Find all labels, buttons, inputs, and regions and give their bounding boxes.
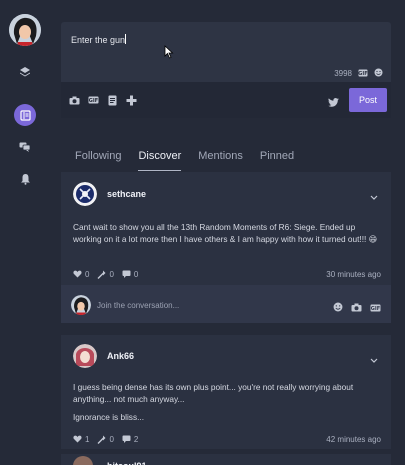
repost-action[interactable]: 0 <box>97 434 114 444</box>
tab-following[interactable]: Following <box>75 143 121 171</box>
post-body: I guess being dense has its own plus poi… <box>73 382 354 404</box>
chevron-down-icon[interactable] <box>370 187 378 205</box>
tab-discover[interactable]: Discover <box>138 143 182 171</box>
gamepad-icon[interactable] <box>125 94 137 106</box>
avatar[interactable] <box>73 344 97 368</box>
post-card: hitsoul91 <box>61 454 391 465</box>
mouse-cursor-icon <box>164 45 174 64</box>
chat-icon[interactable] <box>14 136 36 158</box>
post-footer: 1 0 2 42 minutes ago <box>73 433 381 445</box>
document-icon[interactable] <box>106 94 118 106</box>
like-count: 0 <box>85 269 90 279</box>
bell-icon[interactable] <box>14 168 36 190</box>
post-card: Ank66 I guess being dense has its own pl… <box>61 335 391 449</box>
comment-icon <box>122 270 131 278</box>
comment-action[interactable]: 2 <box>122 435 138 444</box>
heart-icon <box>73 270 82 278</box>
camera-icon[interactable] <box>68 94 80 106</box>
reply-bar[interactable]: Join the conversation... GIF <box>61 285 391 323</box>
repost-icon <box>97 270 106 279</box>
comment-count: 0 <box>133 269 139 279</box>
camera-icon[interactable] <box>351 299 362 317</box>
emoji-icon[interactable] <box>333 299 343 317</box>
svg-text:GIF: GIF <box>88 98 97 104</box>
repost-action[interactable]: 0 <box>97 269 114 279</box>
tab-mentions[interactable]: Mentions <box>198 143 243 171</box>
heart-icon <box>73 435 82 443</box>
post-composer[interactable]: Enter the gun 3998 GIF <box>61 22 391 82</box>
avatar[interactable] <box>73 456 93 465</box>
composer-input[interactable]: Enter the gun <box>71 34 127 45</box>
composer-toolbar: GIF Post <box>61 82 391 118</box>
svg-text:GIF: GIF <box>358 71 367 77</box>
sidebar <box>0 0 50 465</box>
comment-count: 2 <box>133 434 139 444</box>
gif-icon[interactable]: GIF <box>87 94 99 106</box>
layers-icon[interactable] <box>14 61 36 83</box>
twitter-icon[interactable] <box>328 94 339 112</box>
avatar[interactable] <box>73 182 97 206</box>
comment-icon <box>122 435 131 443</box>
post-card: sethcane Cant wait to show you all the 1… <box>61 172 391 285</box>
char-count: 3998 <box>334 69 352 78</box>
post-button[interactable]: Post <box>349 88 387 112</box>
post-author[interactable]: Ank66 <box>107 351 134 361</box>
gif-icon[interactable]: GIF <box>370 299 381 317</box>
emoji-icon[interactable] <box>374 68 383 79</box>
like-action[interactable]: 1 <box>73 435 89 444</box>
post-timestamp: 30 minutes ago <box>326 269 381 279</box>
post-author[interactable]: sethcane <box>107 189 146 199</box>
post-footer: 0 0 0 30 minutes ago <box>73 268 381 280</box>
svg-text:GIF: GIF <box>371 306 380 312</box>
stream-icon[interactable] <box>14 104 36 126</box>
comment-action[interactable]: 0 <box>122 270 138 279</box>
repost-icon <box>97 435 106 444</box>
tab-pinned[interactable]: Pinned <box>260 143 294 171</box>
gif-icon[interactable]: GIF <box>358 69 368 79</box>
repost-count: 0 <box>109 434 114 444</box>
post-body: Cant wait to show you all the 13th Rando… <box>73 222 378 244</box>
avatar <box>71 295 91 315</box>
user-avatar[interactable] <box>9 14 41 46</box>
chevron-down-icon[interactable] <box>370 350 378 368</box>
composer-meta: 3998 GIF <box>334 68 383 79</box>
feed-tabs: Following Discover Mentions Pinned <box>61 143 391 171</box>
post-timestamp: 42 minutes ago <box>326 434 381 444</box>
reply-input[interactable]: Join the conversation... <box>97 301 179 310</box>
post-author[interactable]: hitsoul91 <box>107 461 147 465</box>
like-count: 1 <box>85 434 90 444</box>
post-body-line: Ignorance is bliss... <box>73 412 145 422</box>
like-action[interactable]: 0 <box>73 270 89 279</box>
repost-count: 0 <box>109 269 114 279</box>
